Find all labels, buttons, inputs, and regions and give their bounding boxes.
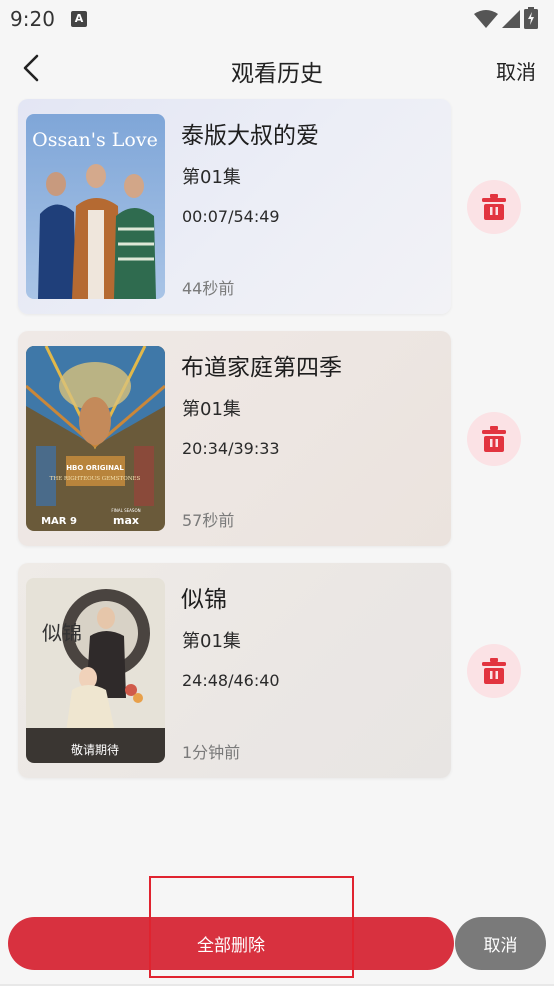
history-progress: 00:07/54:49 xyxy=(182,207,280,226)
status-time: 9:20 xyxy=(10,7,55,31)
history-item[interactable]: Ossan's Love 泰版大叔的爱 第01集 00:07/54:49 44秒… xyxy=(18,99,538,314)
history-time-ago: 44秒前 xyxy=(182,279,235,298)
poster-image: HBO ORIGINAL THE RIGHTEOUS GEMSTONES FIN… xyxy=(26,346,165,531)
poster-title-text: THE RIGHTEOUS GEMSTONES xyxy=(50,476,141,482)
history-title: 布道家庭第四季 xyxy=(181,355,342,381)
history-title: 泰版大叔的爱 xyxy=(181,123,319,149)
history-card[interactable]: HBO ORIGINAL THE RIGHTEOUS GEMSTONES FIN… xyxy=(18,331,451,546)
page-title: 观看历史 xyxy=(231,61,323,87)
poster-image: 似锦 敬请期待 xyxy=(26,578,165,763)
history-progress: 20:34/39:33 xyxy=(182,439,280,458)
history-item[interactable]: 似锦 敬请期待 似锦 第01集 24:48/46:40 1分钟前 xyxy=(18,563,538,778)
poster-brand-text: max xyxy=(113,514,139,527)
history-time-ago: 57秒前 xyxy=(182,511,235,530)
history-time-ago: 1分钟前 xyxy=(182,743,241,762)
poster-date-text: MAR 9 xyxy=(41,516,77,527)
poster-badge-text: HBO ORIGINAL xyxy=(66,464,124,472)
delete-button[interactable] xyxy=(467,412,521,466)
poster-title-text: 敬请期待 xyxy=(71,743,119,757)
header-cancel-button[interactable]: 取消 xyxy=(496,56,536,85)
poster-note-text: FINAL SEASON xyxy=(111,508,140,513)
signal-icon xyxy=(502,10,520,28)
header: 观看历史 取消 xyxy=(0,40,554,96)
status-bar: 9:20 A xyxy=(0,0,554,38)
delete-button[interactable] xyxy=(467,180,521,234)
delete-all-button[interactable]: 全部删除 xyxy=(8,917,454,970)
history-episode: 第01集 xyxy=(182,399,241,420)
poster-title-text: Ossan's Love xyxy=(32,129,158,151)
history-card[interactable]: 似锦 敬请期待 似锦 第01集 24:48/46:40 1分钟前 xyxy=(18,563,451,778)
watch-history-screen: 9:20 A 观看历史 取消 Ossan's Love 泰版大叔的爱 第01集 … xyxy=(0,0,554,986)
history-item[interactable]: HBO ORIGINAL THE RIGHTEOUS GEMSTONES FIN… xyxy=(18,331,538,546)
delete-all-label: 全部删除 xyxy=(197,936,265,956)
history-episode: 第01集 xyxy=(182,167,241,188)
poster-image: Ossan's Love xyxy=(26,114,165,299)
trash-icon xyxy=(482,194,506,220)
battery-icon xyxy=(524,7,538,29)
history-list: Ossan's Love 泰版大叔的爱 第01集 00:07/54:49 44秒… xyxy=(18,99,538,795)
bottom-cancel-label: 取消 xyxy=(483,936,518,956)
history-progress: 24:48/46:40 xyxy=(182,671,280,690)
history-title: 似锦 xyxy=(181,587,227,613)
poster-calligraphy-text: 似锦 xyxy=(42,621,82,645)
history-episode: 第01集 xyxy=(182,631,241,652)
notification-icon: A xyxy=(71,11,87,27)
bottom-cancel-button[interactable]: 取消 xyxy=(455,917,546,970)
trash-icon xyxy=(482,658,506,684)
trash-icon xyxy=(482,426,506,452)
wifi-icon xyxy=(474,10,498,28)
delete-button[interactable] xyxy=(467,644,521,698)
history-card[interactable]: Ossan's Love 泰版大叔的爱 第01集 00:07/54:49 44秒… xyxy=(18,99,451,314)
